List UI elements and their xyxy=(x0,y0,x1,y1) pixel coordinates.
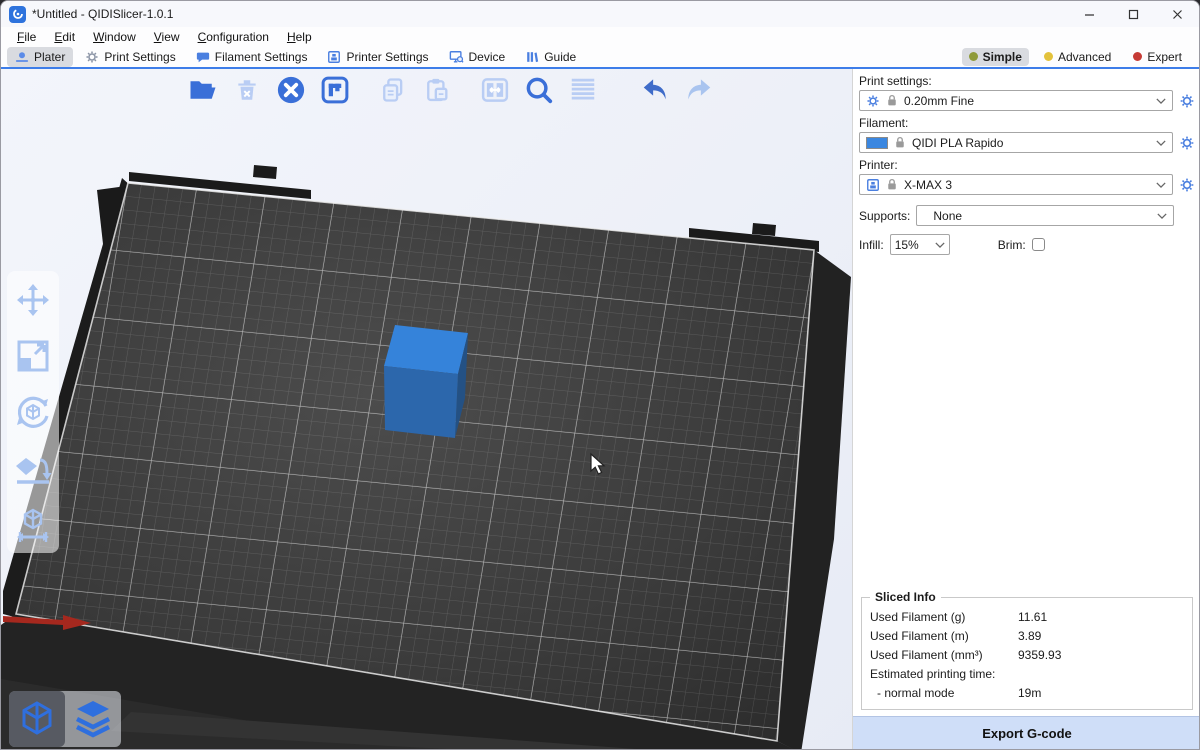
place-on-face-tool-button[interactable] xyxy=(12,447,54,489)
scale-tool-button[interactable] xyxy=(12,335,54,377)
copy-button[interactable] xyxy=(377,73,409,107)
search-button[interactable] xyxy=(523,73,555,107)
editor-3d-view-button[interactable] xyxy=(9,691,65,747)
infill-combo[interactable]: 15% xyxy=(890,234,950,255)
guide-icon xyxy=(525,50,539,64)
printer-label: Printer: xyxy=(859,158,1193,172)
tab-print-settings[interactable]: Print Settings xyxy=(77,47,183,67)
arrange-button[interactable] xyxy=(319,73,351,107)
variable-layer-height-button[interactable] xyxy=(567,73,599,107)
print-settings-gear-button[interactable] xyxy=(1178,92,1195,109)
chevron-down-icon xyxy=(1157,212,1167,220)
printer-icon xyxy=(866,178,880,192)
split-objects-button[interactable] xyxy=(479,73,511,107)
tabbar: Plater Print Settings Filament Settings … xyxy=(1,46,1199,69)
filament-icon xyxy=(196,50,210,64)
redo-button[interactable] xyxy=(683,73,715,107)
tab-printer-settings[interactable]: Printer Settings xyxy=(319,47,436,67)
viewport-3d[interactable] xyxy=(1,69,852,750)
tab-filament-settings[interactable]: Filament Settings xyxy=(188,47,316,67)
mode-switcher: Simple Advanced Expert xyxy=(962,48,1193,66)
move-tool-button[interactable] xyxy=(12,279,54,321)
mode-advanced[interactable]: Advanced xyxy=(1037,48,1118,66)
expert-dot-icon xyxy=(1133,52,1142,61)
blue-cube-object[interactable] xyxy=(384,325,468,438)
tab-guide[interactable]: Guide xyxy=(517,47,584,67)
menu-window[interactable]: Window xyxy=(85,30,144,44)
export-gcode-button[interactable]: Export G-code xyxy=(853,716,1200,749)
measure-tool-button[interactable] xyxy=(12,503,54,545)
sliced-info-row: Used Filament (mm³) 9359.93 xyxy=(870,646,1184,665)
device-icon xyxy=(449,50,464,64)
chevron-down-icon xyxy=(1156,97,1166,105)
chevron-down-icon xyxy=(935,241,945,249)
supports-value: None xyxy=(923,209,1151,223)
plater-icon xyxy=(15,50,29,64)
lock-icon xyxy=(894,136,906,149)
gizmo-toolbar xyxy=(7,271,59,553)
mode-simple[interactable]: Simple xyxy=(962,48,1029,66)
sliced-info-row: Estimated printing time: xyxy=(870,665,1184,684)
sliced-info-title: Sliced Info xyxy=(870,590,941,604)
infill-value: 15% xyxy=(895,238,929,252)
menu-file[interactable]: File xyxy=(9,30,44,44)
filament-color-swatch xyxy=(866,137,888,149)
sliced-info-row: Used Filament (g) 11.61 xyxy=(870,608,1184,627)
supports-combo[interactable]: None xyxy=(916,205,1174,226)
printer-gear-button[interactable] xyxy=(1178,176,1195,193)
undo-button[interactable] xyxy=(639,73,671,107)
print-settings-value: 0.20mm Fine xyxy=(904,94,1150,108)
app-window: *Untitled - QIDISlicer-1.0.1 File Edit W… xyxy=(0,0,1200,750)
menu-help[interactable]: Help xyxy=(279,30,320,44)
menu-configuration[interactable]: Configuration xyxy=(190,30,277,44)
titlebar: *Untitled - QIDISlicer-1.0.1 xyxy=(1,1,1199,27)
sliced-info-row: - normal mode 19m xyxy=(870,684,1184,703)
infill-label: Infill: xyxy=(859,238,884,252)
filament-gear-button[interactable] xyxy=(1178,134,1195,151)
open-button[interactable] xyxy=(187,73,219,107)
qidislicer-logo-icon xyxy=(9,6,26,23)
delete-all-button[interactable] xyxy=(275,73,307,107)
paste-button[interactable] xyxy=(421,73,453,107)
filament-combo[interactable]: QIDI PLA Rapido xyxy=(859,132,1173,153)
printer-combo[interactable]: X-MAX 3 xyxy=(859,174,1173,195)
sidebar: Print settings: 0.20mm Fine Filament: QI… xyxy=(852,69,1200,749)
menu-edit[interactable]: Edit xyxy=(46,30,83,44)
brim-checkbox[interactable] xyxy=(1032,238,1045,251)
tab-device[interactable]: Device xyxy=(441,47,514,67)
sliced-info-panel: Sliced Info Used Filament (g) 11.61 Used… xyxy=(861,597,1193,710)
printer-value: X-MAX 3 xyxy=(904,178,1150,192)
filament-label: Filament: xyxy=(859,116,1193,130)
rotate-tool-button[interactable] xyxy=(12,391,54,433)
lock-icon xyxy=(886,94,898,107)
minimize-button[interactable] xyxy=(1067,1,1111,27)
supports-label: Supports: xyxy=(859,209,910,223)
close-button[interactable] xyxy=(1155,1,1199,27)
window-title: *Untitled - QIDISlicer-1.0.1 xyxy=(32,7,173,21)
advanced-dot-icon xyxy=(1044,52,1053,61)
layers-preview-button[interactable] xyxy=(65,691,121,747)
delete-button[interactable] xyxy=(231,73,263,107)
sliced-info-row: Used Filament (m) 3.89 xyxy=(870,627,1184,646)
tab-plater[interactable]: Plater xyxy=(7,47,73,67)
top-toolbar xyxy=(187,73,715,107)
brim-label: Brim: xyxy=(998,238,1026,252)
menubar: File Edit Window View Configuration Help xyxy=(1,27,1199,46)
chevron-down-icon xyxy=(1156,139,1166,147)
chevron-down-icon xyxy=(1156,181,1166,189)
menu-view[interactable]: View xyxy=(146,30,188,44)
simple-dot-icon xyxy=(969,52,978,61)
maximize-button[interactable] xyxy=(1111,1,1155,27)
print-settings-combo[interactable]: 0.20mm Fine xyxy=(859,90,1173,111)
lock-icon xyxy=(886,178,898,191)
filament-value: QIDI PLA Rapido xyxy=(912,136,1150,150)
printer-icon xyxy=(327,50,341,64)
print-settings-label: Print settings: xyxy=(859,74,1193,88)
mode-expert[interactable]: Expert xyxy=(1126,48,1189,66)
view-mode-toggle xyxy=(9,691,121,747)
build-plate-scene xyxy=(1,69,852,750)
gear-icon xyxy=(866,94,880,108)
gear-icon xyxy=(85,50,99,64)
